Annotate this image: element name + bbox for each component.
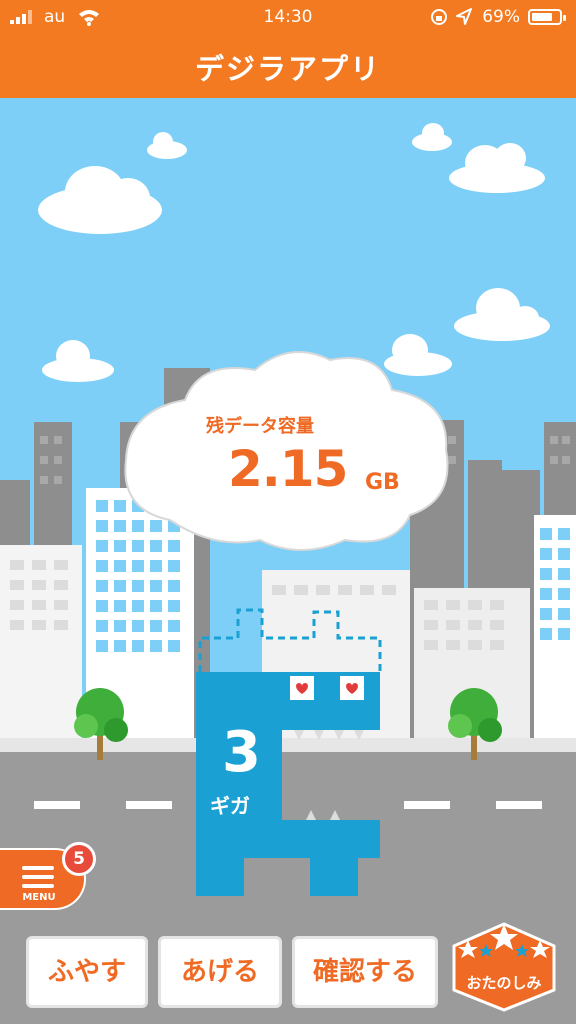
- menu-label: MENU: [22, 892, 56, 903]
- city-scene-illustration: [0, 98, 576, 1024]
- remaining-data-label: 残データ容量: [206, 416, 314, 437]
- status-bar: au 14:30 69%: [0, 0, 576, 34]
- hamburger-icon: [22, 866, 54, 893]
- location-icon: [456, 8, 472, 25]
- battery-percent: 69%: [482, 7, 520, 27]
- app-title: デジラアプリ: [194, 52, 381, 86]
- increase-data-button[interactable]: ふやす: [26, 936, 148, 1008]
- monster-unit-text: ギガ: [210, 794, 250, 818]
- fun-button[interactable]: おたのしみ: [450, 920, 558, 1012]
- battery-icon: [528, 9, 566, 25]
- remaining-data-unit: GB: [365, 470, 400, 495]
- check-usage-button[interactable]: 確認する: [292, 936, 438, 1008]
- fun-label: おたのしみ: [466, 974, 542, 992]
- notification-badge: 5: [62, 842, 96, 876]
- rotation-lock-icon: [431, 9, 447, 25]
- monster-digit: 3: [222, 720, 261, 785]
- give-data-button[interactable]: あげる: [158, 936, 282, 1008]
- app-header: デジラアプリ: [0, 34, 576, 98]
- hexagon-stars-icon: [452, 922, 556, 1012]
- remaining-data-value: 2.15: [228, 440, 348, 498]
